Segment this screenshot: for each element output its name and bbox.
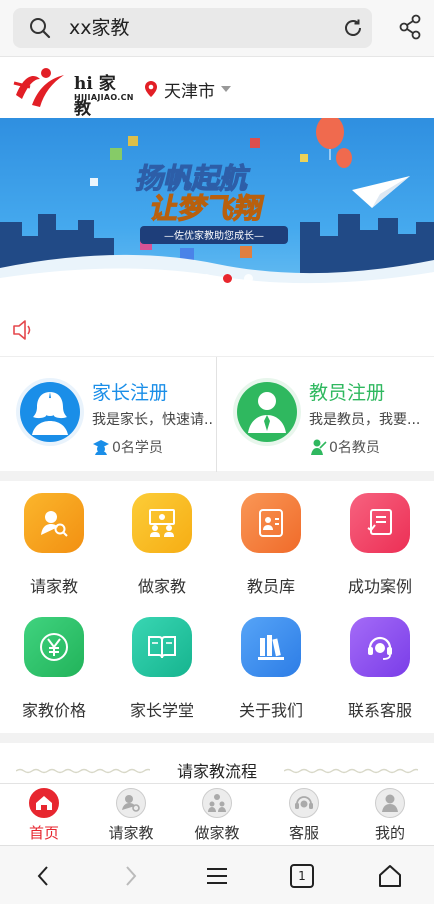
search-query-text: xx家教 [69, 17, 130, 39]
tab-label: 我的 [374, 824, 405, 842]
yen-icon [24, 617, 84, 677]
grid-item-request-tutor[interactable]: 请家教 [0, 481, 108, 605]
tab-be-tutor[interactable]: 做家教 [174, 784, 260, 846]
tabs-count-button[interactable]: 1 [290, 864, 314, 888]
divider-wave-right [284, 768, 418, 774]
tab-label: 客服 [288, 824, 319, 842]
tutor-small-icon [311, 439, 327, 455]
grid-item-parent-school[interactable]: 家长学堂 [108, 605, 216, 729]
user-search-icon [116, 788, 146, 818]
grid-label: 家教价格 [21, 701, 86, 720]
user-icon [375, 788, 405, 818]
grid-label: 关于我们 [238, 701, 303, 720]
grid-label: 联系客服 [347, 701, 412, 720]
chevron-down-icon [221, 86, 231, 92]
home-nav-icon[interactable] [376, 862, 404, 890]
tutor-card-icon [241, 493, 301, 553]
teacher-icon [132, 493, 192, 553]
system-navigation-bar: 1 [0, 845, 434, 904]
case-book-icon [350, 493, 410, 553]
carousel-dot[interactable] [181, 274, 190, 283]
grid-label: 请家教 [29, 577, 78, 596]
headset-icon [289, 788, 319, 818]
tutor-avatar-icon [233, 378, 301, 446]
share-icon[interactable] [398, 14, 422, 40]
grid-item-contact-service[interactable]: 联系客服 [326, 605, 434, 729]
logo-mark-icon [13, 68, 64, 107]
student-count: 0名学员 [92, 437, 163, 457]
carousel-indicator [0, 274, 434, 283]
grid-label: 做家教 [137, 577, 186, 596]
teacher-icon [202, 788, 232, 818]
books-icon [241, 617, 301, 677]
tab-label: 请家教 [108, 824, 154, 842]
parent-avatar-icon [16, 378, 84, 446]
site-header: hi 家教 HIJIAJIAO.CN 天津市 [0, 56, 434, 119]
open-book-icon [132, 617, 192, 677]
tutor-count: 0名教员 [309, 437, 380, 457]
tabs-count-text: 1 [298, 869, 306, 883]
banner-slogan: —佐优家教助您成长— [164, 229, 264, 242]
grid-label: 成功案例 [347, 577, 412, 596]
menu-icon[interactable] [203, 862, 231, 890]
tab-mine[interactable]: 我的 [347, 784, 433, 846]
process-section: 请家教流程 [0, 743, 434, 783]
tab-label: 首页 [28, 824, 59, 842]
parent-register-desc: 我是家长，快速请... [92, 412, 214, 428]
user-search-icon [24, 493, 84, 553]
parent-register-title: 家长注册 [92, 382, 169, 404]
grid-label: 教员库 [246, 577, 295, 596]
site-logo[interactable]: hi 家教 HIJIAJIAO.CN [12, 65, 134, 119]
carousel-dot-active[interactable] [223, 274, 232, 283]
bottom-tab-bar: 首页 请家教 做家教 客服 我的 [0, 783, 434, 845]
student-count-text: 0名学员 [112, 440, 163, 456]
tutor-count-text: 0名教员 [329, 440, 380, 456]
function-grid: 请家教 做家教 教员库 成功案例 家教价格 家长学堂 关于我们 联系客服 [0, 481, 434, 733]
tutor-register-desc: 我是教员，我要... [309, 412, 421, 428]
speaker-icon [13, 320, 31, 340]
tab-home[interactable]: 首页 [1, 784, 87, 846]
headset-icon [350, 617, 410, 677]
grid-item-tutor-library[interactable]: 教员库 [217, 481, 325, 605]
banner-headline-2: 让梦飞翔 [147, 192, 266, 225]
banner-headline-1: 扬帆起航 [134, 162, 253, 195]
tab-request-tutor[interactable]: 请家教 [88, 784, 174, 846]
forward-arrow-icon[interactable] [116, 862, 144, 890]
carousel-dot[interactable] [244, 274, 253, 283]
browser-toolbar: xx家教 [0, 0, 434, 56]
tab-service[interactable]: 客服 [261, 784, 347, 846]
tutor-register-card[interactable]: 教员注册 我是教员，我要... 0名教员 [217, 357, 434, 472]
city-selector[interactable]: 天津市 [144, 77, 231, 102]
promo-banner[interactable]: 扬帆起航 让梦飞翔 —佐优家教助您成长— [0, 118, 434, 302]
back-arrow-icon[interactable] [30, 862, 58, 890]
browser-search-bar[interactable]: xx家教 [13, 8, 372, 48]
reload-icon[interactable] [342, 17, 364, 39]
tab-label: 做家教 [194, 824, 240, 842]
student-icon [93, 440, 109, 455]
location-pin-icon [145, 81, 157, 97]
register-section: 家长注册 我是家长，快速请... 0名学员 教员注册 我是教员，我要... 0名… [0, 356, 434, 472]
grid-item-tutor-price[interactable]: 家教价格 [0, 605, 108, 729]
notice-bar[interactable] [0, 302, 434, 356]
logo-domain: HIJIAJIAO.CN [74, 93, 134, 102]
grid-label: 家长学堂 [129, 701, 194, 720]
search-icon [30, 18, 51, 39]
tutor-register-title: 教员注册 [309, 382, 386, 404]
home-icon [29, 788, 59, 818]
city-name: 天津市 [164, 81, 215, 102]
carousel-dot[interactable] [202, 274, 211, 283]
parent-register-card[interactable]: 家长注册 我是家长，快速请... 0名学员 [0, 357, 217, 472]
grid-item-success-cases[interactable]: 成功案例 [326, 481, 434, 605]
grid-item-about-us[interactable]: 关于我们 [217, 605, 325, 729]
grid-item-be-tutor[interactable]: 做家教 [108, 481, 216, 605]
